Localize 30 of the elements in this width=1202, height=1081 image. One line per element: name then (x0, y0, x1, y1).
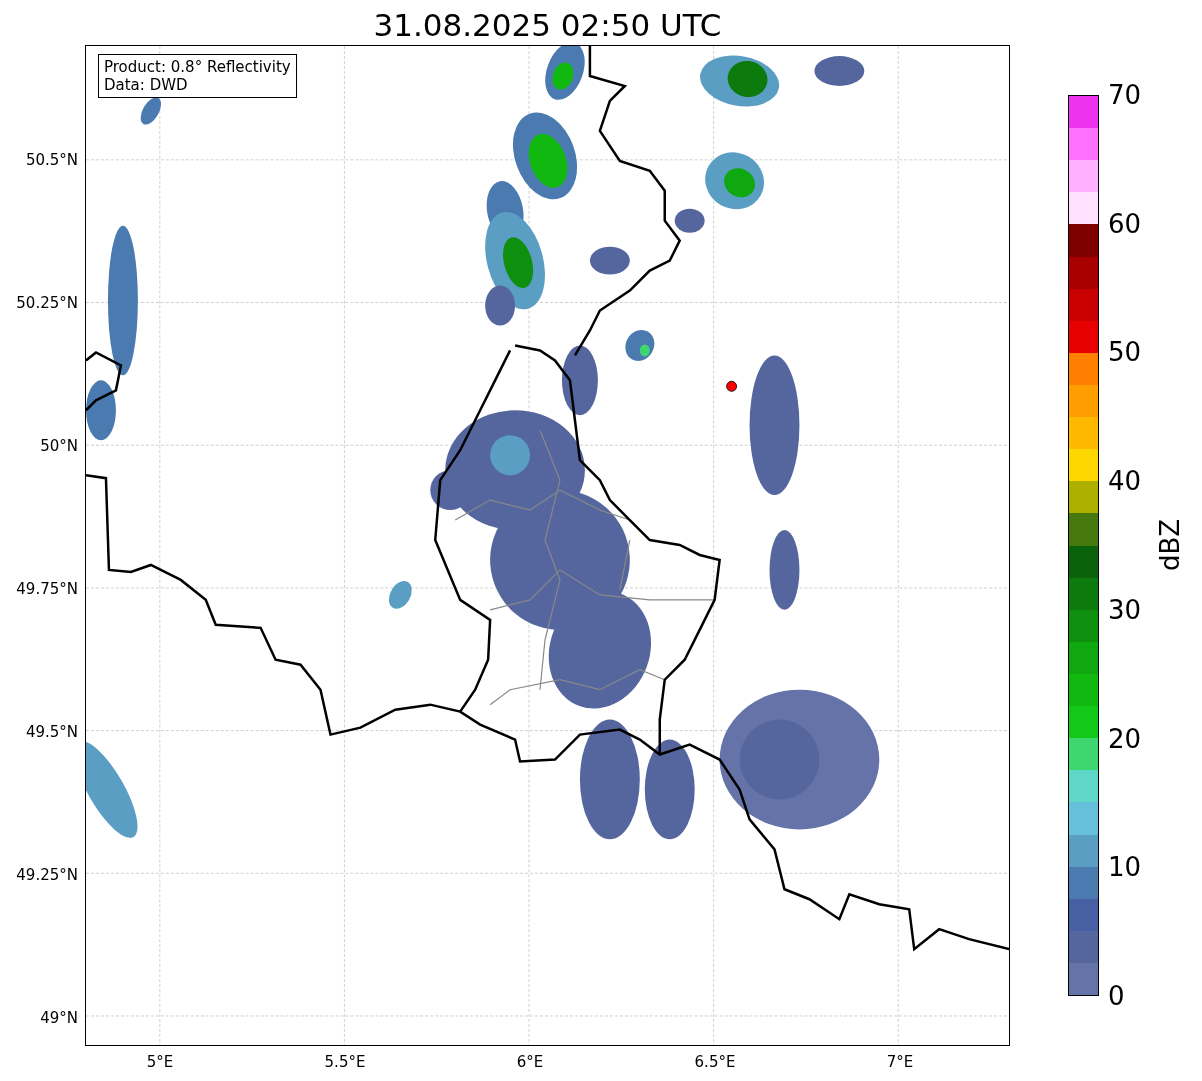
y-tick-label: 49.5°N (25, 723, 78, 741)
x-tick-label: 6°E (516, 1053, 544, 1071)
y-tick-label: 50°N (40, 437, 78, 455)
y-tick-label: 49°N (40, 1009, 78, 1027)
y-tick-label: 50.25°N (16, 294, 78, 312)
x-tick-label: 5°E (146, 1053, 174, 1071)
colorbar-tick-label: 50 (1108, 338, 1142, 367)
y-tick-label: 49.25°N (16, 866, 78, 884)
radar-echo (388, 581, 412, 609)
colorbar-tick-label: 10 (1108, 853, 1142, 882)
radar-echo (86, 380, 116, 441)
legend-text: Data: DWD (104, 76, 189, 94)
x-tick-label: 6.5°E (694, 1053, 736, 1071)
x-tick-label: 5.5°E (324, 1053, 366, 1071)
radar-echo (589, 246, 630, 275)
chart-title: 31.08.2025 02:50 UTC (372, 6, 723, 45)
legend-text: Product: 0.8° Reflectivity (104, 58, 291, 76)
colorbar-tick-label: 0 (1108, 982, 1125, 1010)
y-tick-label: 50.5°N (25, 151, 78, 169)
radar-echo (140, 97, 162, 125)
radar-echo (814, 56, 865, 86)
colorbar-tick-label: 30 (1108, 595, 1142, 624)
colorbar-tick-label: 40 (1108, 467, 1142, 496)
location-marker (726, 380, 737, 392)
y-tick-label: 49.75°N (16, 580, 78, 598)
x-tick-label: 7°E (886, 1053, 914, 1071)
colorbar-label: dBZ (1155, 518, 1185, 572)
colorbar-tick-label: 60 (1108, 209, 1142, 238)
colorbar-tick-label: 70 (1108, 81, 1142, 109)
colorbar-tick-label: 20 (1108, 724, 1142, 753)
